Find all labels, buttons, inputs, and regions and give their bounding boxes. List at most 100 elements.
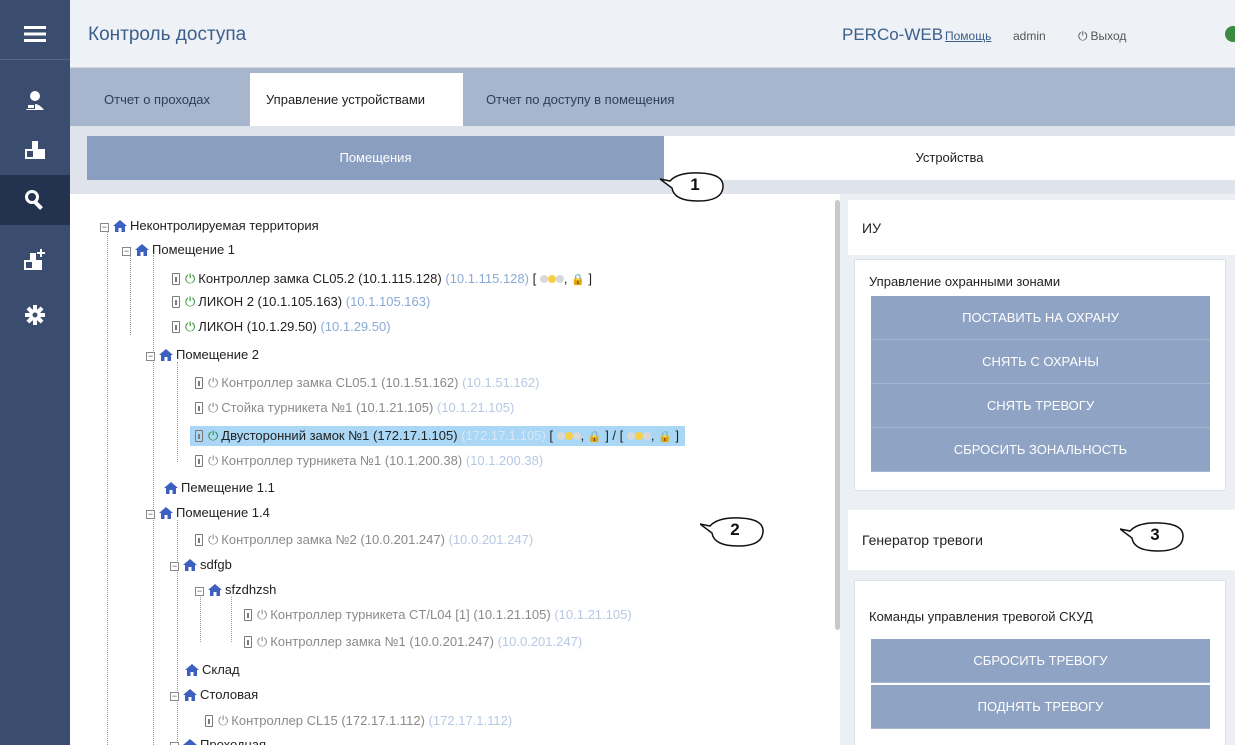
sidebar-item-control[interactable] [0,175,70,225]
tree-node-sdfgb[interactable]: − sdfgb [170,555,232,575]
iu-title: ИУ [862,220,881,236]
device-label: Контроллер замка CL05.2 (10.1.115.128) [198,271,442,286]
logout-label: Выход [1090,29,1127,43]
device-label: Контроллер замка №2 (10.0.201.247) [221,532,445,547]
indicator-gray [555,275,564,283]
tree-node-room-1-1[interactable]: Пемещение 1.1 [164,478,275,498]
search-icon [25,190,43,210]
status-bracket: ] [671,428,680,443]
tree-node-device[interactable]: ⏻ ЛИКОН (10.1.29.50) (10.1.29.50) [172,317,391,337]
tab-bar: Отчет о проходах Управление устройствами… [70,68,1235,126]
tree-node-stolovaya[interactable]: − Столовая [170,685,258,705]
house-icon [185,664,199,676]
house-icon [183,559,197,571]
indicator-gray [642,432,651,440]
tree-node-device[interactable]: ⏻ Контроллер замка CL05.2 (10.1.115.128) … [172,269,592,289]
power-on-icon: ⏻ [185,294,196,309]
header: Контроль доступа PERCo-WEB Помощь admin … [70,0,1235,68]
collapse-toggle[interactable]: − [122,247,131,256]
subtab-rooms[interactable]: Помещения [87,136,664,180]
device-label: Контроллер турникета №1 (10.1.200.38) [221,453,463,468]
device-icon [195,455,203,467]
callout-2: 2 [699,516,764,547]
tree-node-room-1[interactable]: − Помещение 1 [122,240,235,260]
collapse-toggle[interactable]: − [170,562,179,571]
tab-pass-report[interactable]: Отчет о проходах [88,73,226,126]
iu-panel-body: Управление охранными зонами ПОСТАВИТЬ НА… [848,255,1235,497]
power-on-icon: ⏻ [185,319,196,334]
tree-node-label: Пемещение 1.1 [181,480,275,495]
tree-node-cut[interactable]: −Проходная [170,735,266,745]
tree-node-device-selected[interactable]: ⏻ Двусторонний замок №1 (172.17.1.105) (1… [190,426,686,446]
help-link[interactable]: Помощь [945,29,991,43]
callout-number: 3 [1150,525,1160,544]
status-bracket: [ [549,428,557,443]
device-icon [172,296,180,308]
status-bracket: [ [532,271,540,286]
sidebar-item-access[interactable] [0,125,70,175]
sidebar-item-settings[interactable] [0,290,70,340]
raise-alarm-button[interactable]: ПОДНЯТЬ ТРЕВОГУ [871,685,1210,729]
tree-node-label: Неконтролируемая территория [130,218,319,233]
arm-button[interactable]: ПОСТАВИТЬ НА ОХРАНУ [871,296,1210,340]
tree-node-room-1-4[interactable]: − Помещение 1.4 [146,503,270,523]
disarm-button[interactable]: СНЯТЬ С ОХРАНЫ [871,340,1210,384]
iu-panel-header: ИУ [848,200,1235,255]
reset-zoning-button[interactable]: СБРОСИТЬ ЗОНАЛЬНОСТЬ [871,428,1210,472]
status-sep: ] / [ [601,428,627,443]
tree-connector [130,255,131,335]
tab-room-access-report[interactable]: Отчет по доступу в помещения [470,73,690,126]
device-ip: (10.1.200.38) [465,453,544,468]
power-off-icon: ⏻ [257,607,268,622]
tree-node-device[interactable]: ⏻ Контроллер замка CL05.1 (10.1.51.162) (… [195,373,539,393]
device-icon [244,636,252,648]
indicator-yellow [564,432,573,440]
tree-node-sfzdhzsh[interactable]: − sfzdhzsh [195,580,276,600]
logout-button[interactable]: ⏻ Выход [1078,29,1126,44]
collapse-toggle[interactable]: − [170,692,179,701]
power-off-icon: ⏻ [218,713,229,728]
power-on-icon: ⏻ [208,428,219,443]
alarm-title: Генератор тревоги [862,532,983,548]
security-zones-title: Управление охранными зонами [869,274,1061,289]
tree-node-device[interactable]: ⏻ Контроллер замка №1 (10.0.201.247) (10.… [244,632,582,652]
tree-node-sklad[interactable]: Склад [185,660,240,680]
device-label: Контроллер CL15 (172.17.1.112) [231,713,425,728]
tree-node-device[interactable]: ⏻ Контроллер турникета №1 (10.1.200.38) (… [195,451,543,471]
access-icon [25,141,45,159]
reset-alarm-button[interactable]: СБРОСИТЬ ТРЕВОГУ [871,639,1210,683]
tree-node-device[interactable]: ⏻ ЛИКОН 2 (10.1.105.163) (10.1.105.163) [172,292,430,312]
device-ip: (172.17.1.105) [461,428,546,443]
tree-node-device[interactable]: ⏻ Контроллер замка №2 (10.0.201.247) (10.… [195,530,533,550]
tree-node-room-2[interactable]: − Помещение 2 [146,345,259,365]
tree-connector [177,520,178,745]
device-icon [195,534,203,546]
lock-icon: 🔒 [571,274,585,286]
sidebar-item-employees[interactable] [0,75,70,125]
device-ip: (10.1.21.105) [554,607,632,622]
tree-node-device[interactable]: ⏻ Стойка турникета №1 (10.1.21.105) (10.1… [195,398,514,418]
collapse-toggle[interactable]: − [195,587,204,596]
menu-button[interactable] [0,8,70,60]
collapse-toggle[interactable]: − [146,510,155,519]
tree-connector [153,255,154,745]
device-label: Контроллер турникета CT/L04 [1] (10.1.21… [270,607,551,622]
indicator-yellow [547,275,556,283]
tree-node-device[interactable]: ⏻ Контроллер турникета CT/L04 [1] (10.1.2… [244,605,632,625]
tree-node-root[interactable]: − Неконтролируемая территория [100,216,319,236]
lock-icon: 🔒 [587,431,602,443]
clear-alarm-button[interactable]: СНЯТЬ ТРЕВОГУ [871,384,1210,428]
tree-node-label: Помещение 1 [152,242,236,257]
tab-device-control[interactable]: Управление устройствами [250,73,463,126]
subtab-devices[interactable]: Устройства [664,136,1235,180]
sidebar-item-add-access[interactable] [0,235,70,285]
collapse-toggle[interactable]: − [100,223,109,232]
device-icon [172,273,180,285]
tree-node-device[interactable]: ⏻ Контроллер CL15 (172.17.1.112) (172.17.… [205,711,512,731]
device-ip: (10.1.51.162) [462,375,540,390]
device-ip: (172.17.1.112) [428,713,513,728]
house-icon [208,584,222,596]
device-label: Контроллер замка CL05.1 (10.1.51.162) [221,375,459,390]
tree-node-label: Проходная [200,737,266,745]
collapse-toggle[interactable]: − [146,352,155,361]
